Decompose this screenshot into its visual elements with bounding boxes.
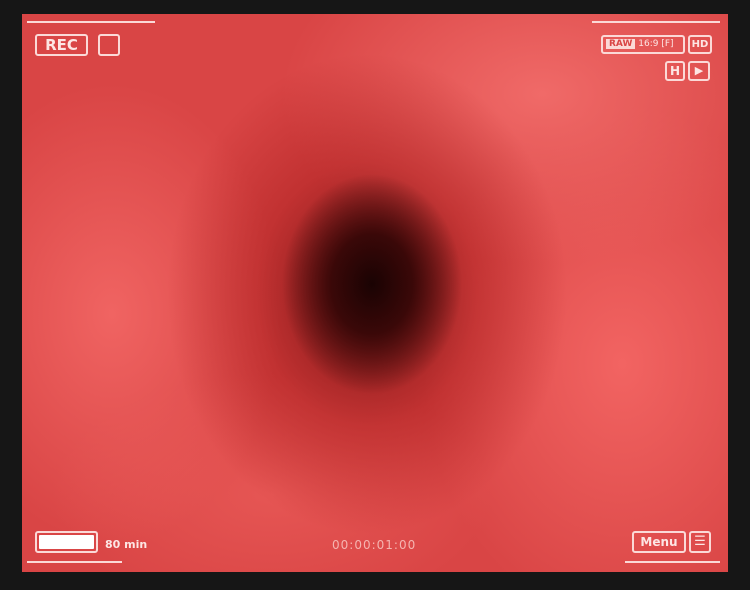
corner-line-bottom-right [625, 561, 720, 563]
corner-line-bottom-left [27, 561, 122, 563]
rec-indicator[interactable]: REC [35, 34, 88, 56]
format-indicator[interactable]: RAW 16:9 [F] [601, 35, 685, 54]
list-icon[interactable]: ☰ [689, 531, 711, 553]
video-camera-icon[interactable]: ▶ [688, 61, 710, 81]
hd-badge[interactable]: HD [688, 35, 712, 54]
battery-remaining-text: 80 min [105, 538, 148, 551]
battery-indicator [35, 531, 98, 553]
aspect-ratio-label: 16:9 [F] [638, 39, 674, 49]
battery-fill [39, 535, 94, 549]
film-strip-icon[interactable]: H [665, 61, 685, 81]
menu-button[interactable]: Menu [632, 531, 686, 553]
camera-viewfinder: REC RAW 16:9 [F] HD H ▶ 80 min 00:00:01:… [22, 14, 728, 572]
timecode: 00:00:01:00 [332, 538, 417, 552]
corner-line-top-left [27, 21, 155, 23]
raw-badge: RAW [606, 39, 636, 49]
record-stop-button[interactable] [98, 34, 120, 56]
corner-line-top-right [592, 21, 720, 23]
